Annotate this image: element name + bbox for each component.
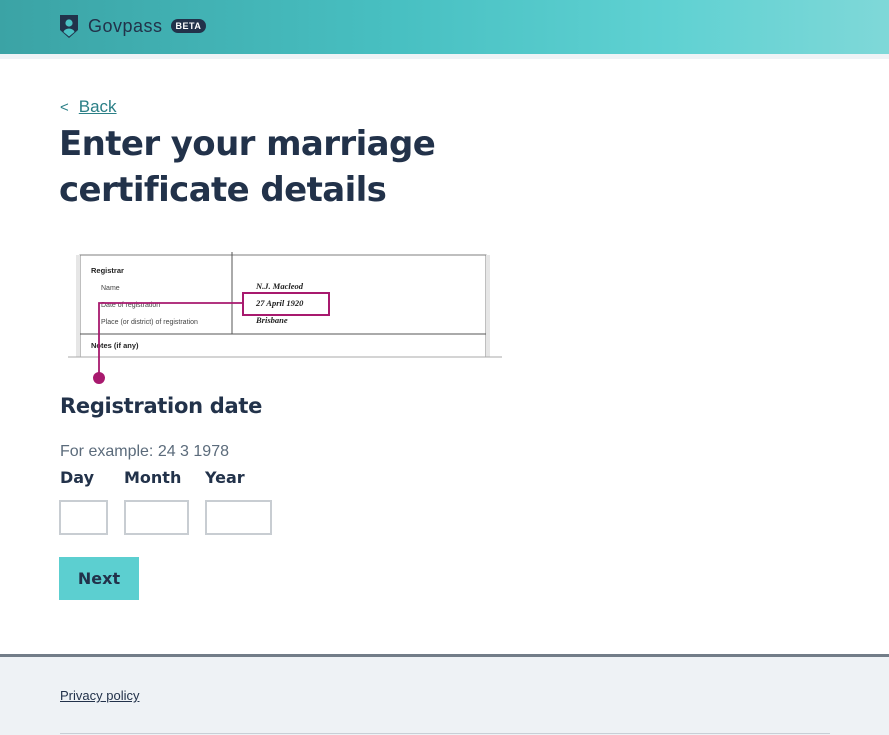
year-label: Year xyxy=(205,468,245,487)
site-footer: Privacy policy xyxy=(0,654,889,735)
cert-row-value-date: 27 April 1920 xyxy=(255,298,304,308)
back-link-label: Back xyxy=(78,97,117,116)
next-button[interactable]: Next xyxy=(59,557,139,600)
callout-dot xyxy=(93,372,105,384)
cert-row-value-name: N.J. Macleod xyxy=(255,281,304,291)
day-label: Day xyxy=(60,468,95,487)
site-header: Govpass BETA xyxy=(0,0,889,54)
paper-shadow-left xyxy=(76,255,80,357)
certificate-example-image: Registrar Name Date of registration Plac… xyxy=(66,250,506,390)
month-label: Month xyxy=(124,468,182,487)
cert-row-label-place: Place (or district) of registration xyxy=(101,319,198,326)
back-link[interactable]: < Back xyxy=(60,97,117,117)
month-input[interactable] xyxy=(124,500,189,535)
shield-icon xyxy=(60,14,78,38)
cert-section-label: Registrar xyxy=(91,266,124,275)
registration-date-heading: Registration date xyxy=(60,394,263,418)
chevron-left-icon: < xyxy=(60,98,69,116)
year-input[interactable] xyxy=(205,500,272,535)
beta-badge: BETA xyxy=(170,19,207,33)
date-hint: For example: 24 3 1978 xyxy=(60,443,229,460)
header-divider xyxy=(0,54,889,59)
paper-shadow-right xyxy=(486,255,490,357)
page-title: Enter your marriage certificate details xyxy=(59,124,436,210)
footer-divider xyxy=(60,733,830,734)
privacy-policy-link[interactable]: Privacy policy xyxy=(60,688,139,703)
cert-row-label-name: Name xyxy=(101,285,120,292)
brand-name: Govpass xyxy=(88,15,163,36)
day-input[interactable] xyxy=(59,500,108,535)
brand-logo[interactable]: Govpass BETA xyxy=(59,13,207,39)
cert-row-value-place: Brisbane xyxy=(255,315,288,325)
